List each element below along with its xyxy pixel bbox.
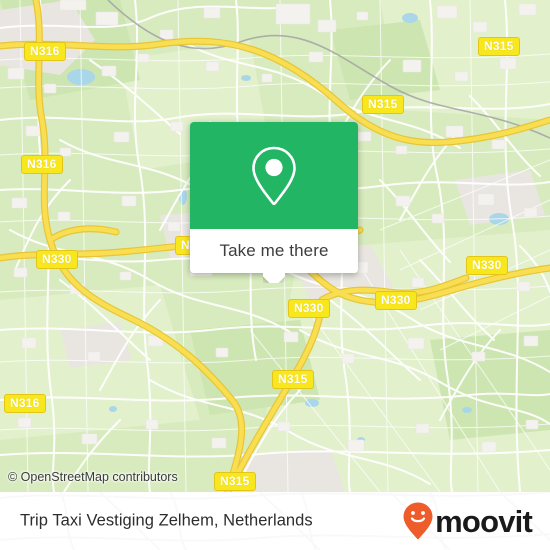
road-shield: N316 [21,155,63,174]
footer-bar: Trip Taxi Vestiging Zelhem, Netherlands … [0,492,550,550]
moovit-wordmark: moovit [435,503,533,539]
road-shield: N330 [36,250,78,269]
destination-callout[interactable]: Take me there [190,122,358,273]
map-canvas[interactable]: N316 N315 N315 N316 N330 N330 N330 N330 N315 N316… [0,0,550,492]
moovit-logo[interactable]: moovit [402,501,533,541]
moovit-map-page: N316 N315 N315 N316 N330 N330 N330 N330 N315 N316… [0,0,550,550]
road-shield: N330 [288,299,330,318]
road-shield: N316 [4,394,46,413]
road-shield: N315 [214,472,256,491]
moovit-smiley-pin-icon [403,502,433,540]
callout-action-panel[interactable]: Take me there [190,229,358,273]
road-shield: N330 [466,256,508,275]
osm-attribution[interactable]: © OpenStreetMap contributors [8,470,178,484]
callout-pin-panel [190,122,358,229]
map-pin-icon [252,146,296,205]
take-me-there-button[interactable]: Take me there [219,241,328,261]
road-shield: N315 [272,370,314,389]
callout-tail [263,272,285,283]
place-title: Trip Taxi Vestiging Zelhem, Netherlands [20,511,313,530]
road-shield: N316 [24,42,66,61]
road-shield: N330 [375,291,417,310]
road-shield: N315 [478,37,520,56]
road-shield: N315 [362,95,404,114]
